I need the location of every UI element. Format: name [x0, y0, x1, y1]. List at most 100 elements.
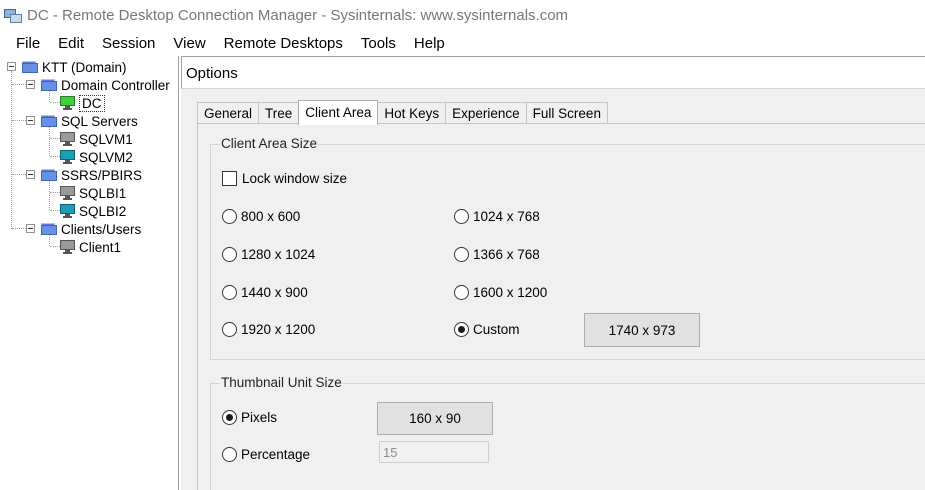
title-bar: DC - Remote Desktop Connection Manager -…	[0, 0, 925, 31]
disconnected-monitor-icon	[60, 240, 75, 254]
disconnected-monitor-icon	[60, 186, 75, 200]
tab-general[interactable]: General	[197, 102, 260, 124]
radio-circle[interactable]	[222, 322, 237, 337]
folder-icon	[41, 169, 57, 181]
radio-circle-checked[interactable]	[222, 410, 237, 425]
collapse-group-icon[interactable]	[26, 224, 35, 233]
disconnected-monitor-icon	[60, 132, 75, 146]
thumbnail-pixels-button[interactable]: 160 x 90	[377, 402, 493, 435]
tree-server-label: SQLVM1	[79, 131, 133, 147]
pixels-radio[interactable]: Pixels	[222, 410, 277, 425]
options-tabs: General Tree Client Area Hot Keys Experi…	[197, 100, 608, 125]
size-label: 1440 x 900	[241, 285, 308, 300]
tree-root-label: KTT (Domain)	[42, 59, 127, 75]
tab-full-screen[interactable]: Full Screen	[525, 102, 608, 124]
percentage-label: Percentage	[241, 447, 311, 462]
tree-group-label: SSRS/PBIRS	[61, 167, 143, 183]
menu-file[interactable]: File	[7, 31, 49, 56]
size-label: 1280 x 1024	[241, 247, 316, 262]
collapse-group-icon[interactable]	[26, 80, 35, 89]
size-label: 1920 x 1200	[241, 322, 316, 337]
options-title: Options	[186, 65, 238, 82]
size-1366x768-radio[interactable]: 1366 x 768	[454, 247, 540, 262]
options-panel: Options General Tree Client Area Hot Key…	[181, 56, 925, 490]
tree-server-client1[interactable]: Client1	[60, 238, 121, 256]
tree-server-dc[interactable]: DC	[60, 94, 105, 112]
custom-size-radio[interactable]: Custom	[454, 322, 520, 337]
size-label: 1366 x 768	[473, 247, 540, 262]
thumbnail-unit-size-label: Thumbnail Unit Size	[220, 375, 343, 390]
folder-icon	[41, 115, 57, 127]
size-label: 800 x 600	[241, 209, 301, 224]
folder-icon	[22, 61, 38, 73]
connected-monitor-icon	[60, 204, 75, 218]
tree-group-label: SQL Servers	[61, 113, 138, 129]
connected-monitor-icon	[60, 96, 75, 110]
size-1440x900-radio[interactable]: 1440 x 900	[222, 285, 308, 300]
tab-tree[interactable]: Tree	[258, 102, 300, 124]
client-area-tab-page: Client Area Size Lock window size 800 x …	[197, 123, 925, 490]
tree-group-label: Domain Controller	[61, 77, 170, 93]
menu-help[interactable]: Help	[405, 31, 454, 56]
radio-circle[interactable]	[454, 247, 469, 262]
pixels-label: Pixels	[241, 410, 278, 425]
size-label: 1600 x 1200	[473, 285, 548, 300]
size-label: 1024 x 768	[473, 209, 540, 224]
tab-hot-keys[interactable]: Hot Keys	[377, 102, 447, 124]
menu-tools[interactable]: Tools	[352, 31, 405, 56]
size-1920x1200-radio[interactable]: 1920 x 1200	[222, 322, 315, 337]
tree-server-sqlvm1[interactable]: SQLVM1	[60, 130, 133, 148]
custom-size-label: Custom	[473, 322, 520, 337]
lock-window-size-label: Lock window size	[242, 171, 348, 186]
tree-server-label: SQLVM2	[79, 149, 133, 165]
tree-group-sql-servers[interactable]: SQL Servers	[41, 112, 138, 130]
thumbnail-unit-size-group: Thumbnail Unit Size	[210, 375, 925, 490]
size-1280x1024-radio[interactable]: 1280 x 1024	[222, 247, 315, 262]
percentage-input[interactable]: 15	[379, 441, 489, 463]
tree-group-clients-users[interactable]: Clients/Users	[41, 220, 141, 238]
options-header: Options	[181, 56, 925, 89]
folder-icon	[41, 223, 57, 235]
checkbox-box[interactable]	[222, 171, 237, 186]
tree-server-label: DC	[79, 94, 105, 112]
collapse-group-icon[interactable]	[26, 116, 35, 125]
lock-window-size-checkbox[interactable]: Lock window size	[222, 171, 347, 186]
tree-server-sqlvm2[interactable]: SQLVM2	[60, 148, 133, 166]
tree-server-label: SQLBI2	[79, 203, 127, 219]
menu-edit[interactable]: Edit	[49, 31, 93, 56]
radio-circle-checked[interactable]	[454, 322, 469, 337]
radio-circle[interactable]	[222, 447, 237, 462]
percentage-radio[interactable]: Percentage	[222, 447, 310, 462]
tree-server-label: Client1	[79, 239, 122, 255]
connected-monitor-icon	[60, 150, 75, 164]
tree-group-label: Clients/Users	[61, 221, 142, 237]
tree-server-sqlbi2[interactable]: SQLBI2	[60, 202, 126, 220]
tree-server-sqlbi1[interactable]: SQLBI1	[60, 184, 126, 202]
tab-client-area[interactable]: Client Area	[298, 100, 379, 125]
tree-group-ssrs-pbirs[interactable]: SSRS/PBIRS	[41, 166, 142, 184]
radio-circle[interactable]	[454, 209, 469, 224]
custom-size-button[interactable]: 1740 x 973	[584, 313, 700, 347]
client-area-size-label: Client Area Size	[220, 136, 319, 151]
size-1600x1200-radio[interactable]: 1600 x 1200	[454, 285, 547, 300]
window-title: DC - Remote Desktop Connection Manager -…	[27, 7, 569, 24]
radio-circle[interactable]	[222, 285, 237, 300]
tab-experience[interactable]: Experience	[445, 102, 527, 124]
collapse-group-icon[interactable]	[26, 170, 35, 179]
size-1024x768-radio[interactable]: 1024 x 768	[454, 209, 540, 224]
menu-session[interactable]: Session	[93, 31, 164, 56]
server-tree[interactable]: KTT (Domain) Domain Controller DC SQL Se…	[0, 56, 179, 490]
tree-server-label: SQLBI1	[79, 185, 127, 201]
rdcman-app-icon	[4, 7, 22, 25]
tree-root[interactable]: KTT (Domain)	[22, 58, 127, 76]
radio-circle[interactable]	[454, 285, 469, 300]
radio-circle[interactable]	[222, 209, 237, 224]
menu-remote-desktops[interactable]: Remote Desktops	[215, 31, 352, 56]
tree-group-domain-controller[interactable]: Domain Controller	[41, 76, 170, 94]
menu-bar: File Edit Session View Remote Desktops T…	[0, 31, 925, 56]
folder-icon	[41, 79, 57, 91]
menu-view[interactable]: View	[164, 31, 214, 56]
size-800x600-radio[interactable]: 800 x 600	[222, 209, 300, 224]
radio-circle[interactable]	[222, 247, 237, 262]
collapse-root-icon[interactable]	[7, 62, 16, 71]
